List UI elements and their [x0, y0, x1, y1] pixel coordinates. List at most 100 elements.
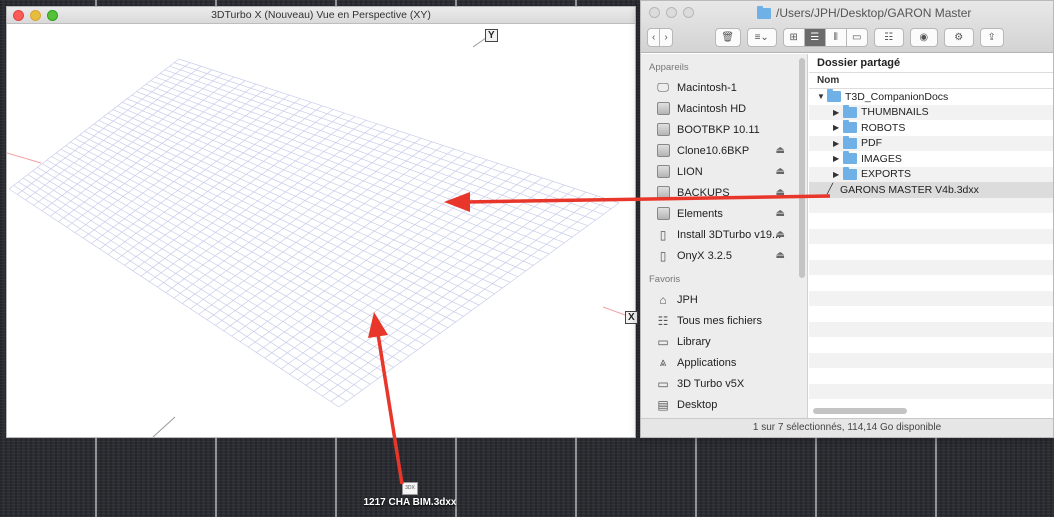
sidebar-item-devices[interactable]: Elements ⏏: [641, 203, 807, 224]
sidebar-item-devices[interactable]: Clone10.6BKP ⏏: [641, 140, 807, 161]
eject-icon[interactable]: ⏏: [776, 229, 785, 240]
sidebar-item-devices[interactable]: ▯ OnyX 3.2.5 ⏏: [641, 245, 807, 266]
sidebar-item-devices[interactable]: ▯ Install 3DTurbo v19... ⏏: [641, 224, 807, 245]
removable-disk-icon: ▯: [659, 227, 667, 242]
sidebar-item-devices[interactable]: LION ⏏: [641, 161, 807, 182]
list-view-icon: ☰: [810, 32, 820, 43]
disclosure-collapsed-icon[interactable]: ▶: [833, 139, 843, 148]
devices-list: 🖵 Macintosh-1 Macintosh HD BOOTBKP 10.11 Clo…: [641, 77, 807, 266]
share-icon: ⇪: [987, 32, 996, 43]
eject-icon[interactable]: ⏏: [776, 250, 785, 261]
favorites-header: Favoris: [649, 274, 681, 285]
disk-icon: [655, 144, 671, 158]
list-menu-icon: ≡⌄: [754, 32, 769, 43]
icon-view-icon: ⊞: [789, 32, 798, 43]
empty-row: [809, 244, 1053, 260]
sidebar-item-favorites[interactable]: ▭ Library: [641, 331, 807, 352]
finder-sidebar: Appareils 🖵 Macintosh-1 Macintosh HD BOOTBK…: [641, 54, 808, 420]
folder-icon: [843, 151, 857, 165]
icon-view-button[interactable]: ⊞: [782, 28, 805, 47]
perspective-viewport[interactable]: Y X: [6, 25, 638, 438]
sidebar-item-label: Applications: [677, 356, 737, 369]
empty-row: [809, 337, 1053, 353]
eject-icon[interactable]: ⏏: [776, 187, 785, 198]
axis-y-label: Y: [485, 29, 498, 42]
disclosure-collapsed-icon[interactable]: ▶: [833, 108, 843, 117]
list-view-button[interactable]: ☰: [803, 28, 826, 47]
folder-icon: [827, 89, 841, 103]
window-title: 3DTurbo X (Nouveau) Vue en Perspective (…: [211, 9, 431, 21]
sidebar-item-devices[interactable]: BACKUPS ⏏: [641, 182, 807, 203]
eject-icon[interactable]: ⏏: [776, 145, 785, 156]
column-header-name[interactable]: Nom: [809, 73, 1053, 89]
sidebar-item-label: BACKUPS: [677, 186, 730, 199]
path-title-text: /Users/JPH/Desktop/GARON Master: [776, 6, 972, 20]
finder-window[interactable]: /Users/JPH/Desktop/GARON Master ‹ › 🗑 ≡⌄…: [640, 0, 1054, 438]
folder-row[interactable]: ▶ PDF: [809, 135, 1053, 151]
sidebar-item-label: Macintosh-1: [677, 81, 737, 94]
folder-row[interactable]: ▼ T3D_CompanionDocs: [809, 89, 1053, 105]
sidebar-item-favorites[interactable]: ☷ Tous mes fichiers: [641, 310, 807, 331]
chevron-left-icon: ‹: [652, 32, 656, 43]
3dturbo-perspective-window[interactable]: 3DTurbo X (Nouveau) Vue en Perspective (…: [6, 6, 638, 438]
folder-icon: ▭: [657, 376, 669, 391]
sidebar-scrollbar[interactable]: [799, 58, 805, 278]
file-row[interactable]: ╱ GARONS MASTER V4b.3dxx: [809, 182, 1053, 198]
sidebar-item-label: LION: [677, 165, 703, 178]
cover-flow-button[interactable]: ▭: [845, 28, 868, 47]
empty-row: [809, 197, 1053, 213]
axis-x-label: X: [625, 311, 638, 324]
finder-toolbar: /Users/JPH/Desktop/GARON Master ‹ › 🗑 ≡⌄…: [641, 1, 1053, 53]
close-window-button[interactable]: [649, 7, 660, 18]
home-icon: ⌂: [659, 292, 667, 307]
horizontal-scrollbar[interactable]: [813, 408, 907, 414]
window-titlebar[interactable]: 3DTurbo X (Nouveau) Vue en Perspective (…: [7, 7, 635, 24]
sidebar-item-devices[interactable]: 🖵 Macintosh-1: [641, 77, 807, 98]
share-button[interactable]: ⇪: [979, 28, 1004, 47]
eject-icon[interactable]: ⏏: [776, 208, 785, 219]
column-view-button[interactable]: ⫴: [824, 28, 847, 47]
sidebar-item-favorites[interactable]: ⌂ JPH: [641, 289, 807, 310]
sidebar-item-favorites[interactable]: ▭ 3D Turbo v5X: [641, 373, 807, 394]
document-icon: ╱: [827, 184, 834, 196]
disclosure-collapsed-icon[interactable]: ▶: [833, 154, 843, 163]
forward-button[interactable]: ›: [659, 28, 673, 47]
action-button[interactable]: ⚙: [943, 28, 974, 47]
zoom-window-button[interactable]: [683, 7, 694, 18]
folder-icon: [843, 166, 857, 180]
sidebar-item-label: Clone10.6BKP: [677, 144, 750, 157]
arrange-grid-icon: ☷: [884, 32, 894, 43]
folder-row[interactable]: ▶ THUMBNAILS: [809, 104, 1053, 120]
disclosure-expanded-icon[interactable]: ▼: [817, 92, 827, 101]
folder-row[interactable]: ▶ ROBOTS: [809, 120, 1053, 136]
folder-icon: ▭: [657, 334, 669, 349]
folder-row[interactable]: ▶ EXPORTS: [809, 166, 1053, 182]
sidebar-item-label: BOOTBKP 10.11: [677, 123, 760, 136]
empty-row: [809, 352, 1053, 368]
disclosure-collapsed-icon[interactable]: ▶: [833, 170, 843, 179]
empty-row: [809, 228, 1053, 244]
row-label: GARONS MASTER V4b.3dxx: [840, 183, 979, 196]
sidebar-item-favorites[interactable]: ⩓ Applications: [641, 352, 807, 373]
status-bar: 1 sur 7 sélectionnés, 114,14 Go disponib…: [641, 418, 1053, 437]
devices-header: Appareils: [649, 62, 689, 73]
quicklook-button[interactable]: ◉: [909, 28, 938, 47]
eject-icon[interactable]: ⏏: [776, 166, 785, 177]
back-button[interactable]: ‹: [647, 28, 661, 47]
desktop-file-label: 1217 CHA BIM.3dxx: [363, 497, 457, 508]
desktop-file[interactable]: 3DX 1217 CHA BIM.3dxx: [360, 482, 460, 508]
sidebar-item-devices[interactable]: BOOTBKP 10.11: [641, 119, 807, 140]
sidebar-item-favorites[interactable]: ▤ Desktop: [641, 394, 807, 415]
folder-icon: [843, 120, 857, 134]
gear-icon: ⚙: [954, 32, 964, 43]
folder-row[interactable]: ▶ IMAGES: [809, 151, 1053, 167]
disclosure-collapsed-icon[interactable]: ▶: [833, 123, 843, 132]
empty-row: [809, 275, 1053, 291]
minimize-window-button[interactable]: [666, 7, 677, 18]
list-options-button[interactable]: ≡⌄: [746, 28, 777, 47]
row-label: EXPORTS: [861, 168, 911, 181]
trash-button[interactable]: 🗑: [714, 28, 741, 47]
arrange-button[interactable]: ☷: [873, 28, 904, 47]
sidebar-item-devices[interactable]: Macintosh HD: [641, 98, 807, 119]
finder-content: Dossier partagé Nom ▼ T3D_CompanionDocs ▶ T…: [809, 54, 1053, 420]
